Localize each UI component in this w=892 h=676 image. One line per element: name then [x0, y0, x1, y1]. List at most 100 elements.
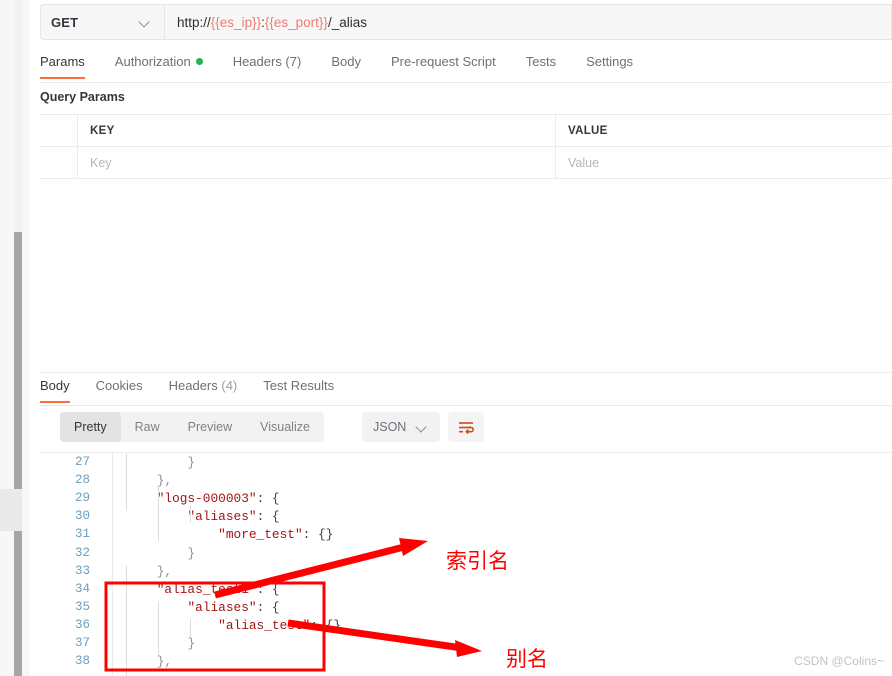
request-tab-authorization[interactable]: Authorization	[115, 52, 203, 79]
word-wrap-icon	[458, 421, 474, 434]
request-tab-label: Pre-request Script	[390, 54, 496, 69]
json-key: "alias_test1"	[156, 581, 257, 597]
indent-guide	[158, 487, 159, 541]
json-punctuation: },	[156, 563, 173, 579]
json-punctuation: : {}	[302, 527, 334, 543]
code-line: "aliases": {	[126, 600, 892, 615]
gutter-divider	[112, 453, 113, 676]
response-tab-body[interactable]: Body	[40, 377, 70, 403]
url-prefix: http://	[177, 14, 211, 30]
chevron-down-icon	[416, 422, 427, 433]
request-tab-body[interactable]: Body	[331, 52, 361, 79]
json-punctuation: : {	[256, 491, 280, 507]
request-tab-tests[interactable]: Tests	[526, 52, 556, 79]
code-line: }	[126, 546, 892, 561]
left-rail	[0, 0, 30, 676]
url-text: http://{{es_ip}}:{{es_port}}/_alias	[177, 15, 367, 30]
annotation-label-index-name: 索引名	[446, 549, 509, 573]
row-key-cell[interactable]: Key	[78, 147, 556, 178]
response-tab-cookies[interactable]: Cookies	[96, 377, 143, 403]
url-path: /_alias	[327, 14, 367, 30]
line-number: 32	[74, 545, 90, 560]
indent-guide	[190, 505, 191, 523]
status-dot-icon	[195, 58, 203, 65]
json-punctuation: },	[156, 473, 173, 489]
url-input[interactable]: http://{{es_ip}}:{{es_port}}/_alias	[164, 4, 892, 40]
response-tab-label: Cookies	[95, 378, 143, 393]
view-mode-pretty[interactable]: Pretty	[60, 412, 121, 442]
response-tab-bar: Body Cookies Headers (4) Test Results	[40, 377, 892, 406]
chevron-down-icon	[139, 17, 150, 28]
json-key: "logs-000003"	[156, 491, 257, 507]
view-mode-preview[interactable]: Preview	[174, 412, 246, 442]
json-punctuation: }	[187, 636, 196, 651]
column-header-key: KEY	[90, 124, 115, 137]
request-tab-pre-request-script[interactable]: Pre-request Script	[391, 52, 496, 79]
json-punctuation: : {	[256, 509, 280, 525]
json-punctuation: },	[156, 654, 173, 670]
scrollbar-thumb[interactable]	[14, 232, 22, 676]
code-line: "alias_test": {}	[126, 618, 892, 633]
indent-guide	[126, 453, 127, 511]
header-value-cell: VALUE	[556, 115, 892, 146]
code-line: "aliases": {	[126, 509, 892, 524]
response-tab-test-results[interactable]: Test Results	[263, 377, 334, 403]
request-tab-label: Body	[331, 54, 361, 69]
json-punctuation: }	[187, 455, 196, 470]
value-input-placeholder[interactable]: Value	[568, 156, 599, 170]
line-number: 36	[74, 617, 90, 632]
json-key: "alias_test"	[218, 617, 311, 633]
line-number: 27	[74, 455, 90, 469]
json-key: "more_test"	[218, 527, 303, 543]
request-tab-params[interactable]: Params	[40, 52, 85, 79]
http-method-selector[interactable]: GET	[40, 4, 164, 40]
view-mode-visualize[interactable]: Visualize	[246, 412, 324, 442]
code-line: "alias_test1": {	[126, 582, 892, 597]
line-number: 37	[74, 636, 90, 650]
header-key-cell: KEY	[78, 115, 556, 146]
json-key: "aliases"	[187, 509, 257, 525]
params-empty-area	[40, 180, 892, 372]
indent-guide	[126, 565, 127, 676]
rail-chip	[0, 489, 22, 531]
http-method-label: GET	[51, 14, 79, 30]
response-format-selector[interactable]: JSON	[362, 412, 440, 442]
json-key: "aliases"	[187, 599, 257, 615]
view-mode-raw[interactable]: Raw	[121, 412, 174, 442]
line-number: 33	[74, 563, 90, 578]
word-wrap-button[interactable]	[448, 412, 484, 442]
json-punctuation: : {	[256, 599, 280, 615]
code-line: },	[126, 564, 892, 579]
url-variable-port: {{es_port}}	[264, 14, 328, 30]
table-row[interactable]: Key Value	[40, 147, 892, 179]
indent-guide	[158, 601, 159, 655]
response-tab-label: Body	[40, 378, 70, 393]
row-checkbox-cell[interactable]	[40, 147, 78, 178]
code-line: },	[126, 473, 892, 488]
code-line: "more_test": {}	[126, 527, 892, 542]
url-variable-ip: {{es_ip}}	[210, 14, 262, 30]
watermark: CSDN @Colins~	[794, 654, 884, 668]
line-number: 38	[74, 654, 90, 669]
request-tab-bar: Params Authorization Headers (7) Body Pre-re…	[40, 52, 892, 83]
response-tab-headers[interactable]: Headers (4)	[169, 377, 238, 403]
request-tab-settings[interactable]: Settings	[586, 52, 633, 79]
header-checkbox-cell	[40, 115, 78, 146]
query-params-heading: Query Params	[40, 90, 125, 104]
line-number: 35	[74, 599, 90, 614]
view-mode-group: Pretty Raw Preview Visualize	[60, 412, 324, 442]
request-tab-label: Headers (7)	[232, 54, 302, 69]
request-tab-label: Tests	[525, 54, 557, 69]
request-bar: GET http://{{es_ip}}:{{es_port}}/_alias	[40, 4, 892, 42]
response-tab-label: Headers	[168, 378, 218, 393]
line-number: 30	[74, 509, 90, 524]
line-number: 31	[74, 527, 90, 542]
query-params-table: KEY VALUE Key Value	[40, 114, 892, 180]
column-header-value: VALUE	[568, 124, 608, 137]
json-punctuation: : {}	[310, 617, 342, 633]
json-punctuation: : {	[256, 581, 280, 597]
request-tab-label: Settings	[586, 54, 634, 69]
request-tab-headers-7[interactable]: Headers (7)	[233, 52, 302, 79]
key-input-placeholder[interactable]: Key	[90, 156, 112, 170]
row-value-cell[interactable]: Value	[556, 147, 892, 178]
